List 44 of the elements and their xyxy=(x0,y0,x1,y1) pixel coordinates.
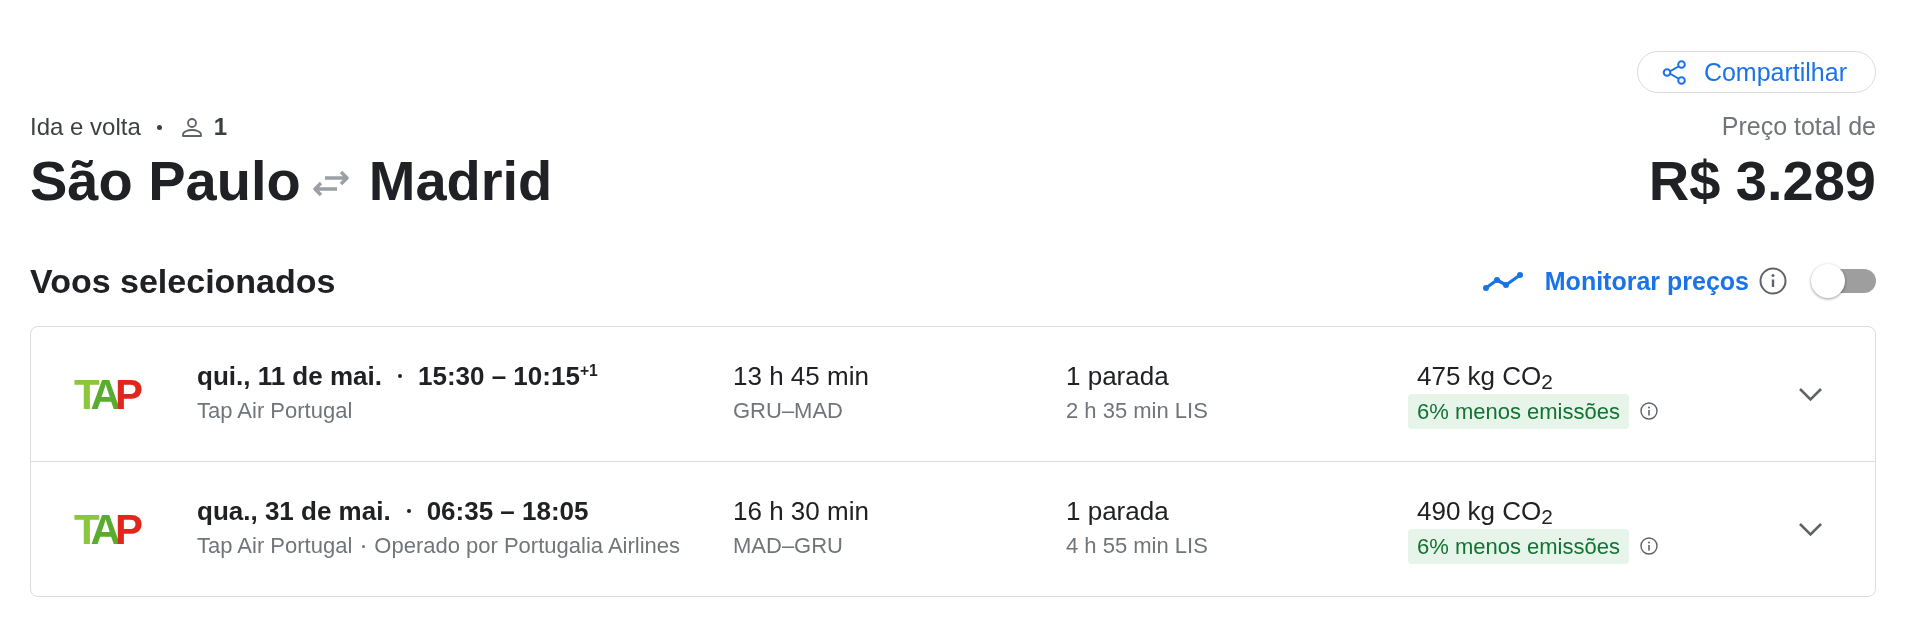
person-icon xyxy=(181,117,202,137)
chevron-down-icon[interactable] xyxy=(1797,521,1823,537)
emissions-value: 490 kg CO$_{2}$ xyxy=(1417,496,1553,526)
flight-times: 06:35 – 18:05 xyxy=(426,495,589,528)
stops-count: 1 parada xyxy=(1066,361,1169,391)
trend-line-icon xyxy=(1482,271,1523,291)
separator-dot-icon xyxy=(156,124,162,130)
airline-logo: TAP xyxy=(74,376,144,412)
flight-date: qua., 31 de mai. xyxy=(197,495,391,528)
chevron-down-icon[interactable] xyxy=(1797,386,1823,402)
share-icon xyxy=(1661,59,1687,85)
info-icon[interactable] xyxy=(1759,267,1787,295)
price-label: Preço total de xyxy=(1721,111,1876,141)
separator-dot-icon xyxy=(362,544,366,548)
operator-name: Operado por Portugalia Airlines xyxy=(374,532,681,560)
origin-city: São Paulo xyxy=(30,149,301,213)
emissions-value: 475 kg CO$_{2}$ xyxy=(1417,361,1553,391)
flight-route: MAD–GRU xyxy=(733,533,843,558)
toggle-switch[interactable] xyxy=(1811,264,1876,298)
separator-dot-icon xyxy=(397,374,402,378)
trip-type: Ida e volta xyxy=(30,112,141,142)
airline-name: Tap Air Portugal xyxy=(197,397,353,425)
emissions-badge: 6% menos emissões xyxy=(1408,528,1629,564)
layover-info: 2 h 35 min LIS xyxy=(1066,398,1208,423)
swap-arrows-icon xyxy=(312,169,349,197)
flight-duration: 13 h 45 min xyxy=(733,361,869,391)
destination-city: Madrid xyxy=(368,149,553,213)
price-tracking-label: Monitorar preços xyxy=(1544,266,1749,296)
flight-times: 15:30 – 10:15$^{+1}$ xyxy=(417,360,598,393)
airline-name: Tap Air Portugal xyxy=(197,532,353,560)
flight-duration: 16 h 30 min xyxy=(733,496,869,526)
stops-count: 1 parada xyxy=(1066,496,1169,526)
info-icon[interactable] xyxy=(1640,537,1658,555)
share-button[interactable]: Compartilhar xyxy=(1636,51,1876,93)
airline-logo: TAP xyxy=(74,511,144,547)
layover-info: 4 h 55 min LIS xyxy=(1066,533,1208,558)
emissions-badge: 6% menos emissões xyxy=(1408,393,1629,429)
separator-dot-icon xyxy=(406,509,411,513)
info-icon[interactable] xyxy=(1640,402,1658,420)
total-price: R$ 3.289 xyxy=(1648,149,1876,213)
flight-date: qui., 11 de mai. xyxy=(197,360,382,393)
section-title: Voos selecionados xyxy=(30,261,336,301)
flight-route: GRU–MAD xyxy=(733,398,843,423)
passenger-count: 1 xyxy=(213,112,228,142)
